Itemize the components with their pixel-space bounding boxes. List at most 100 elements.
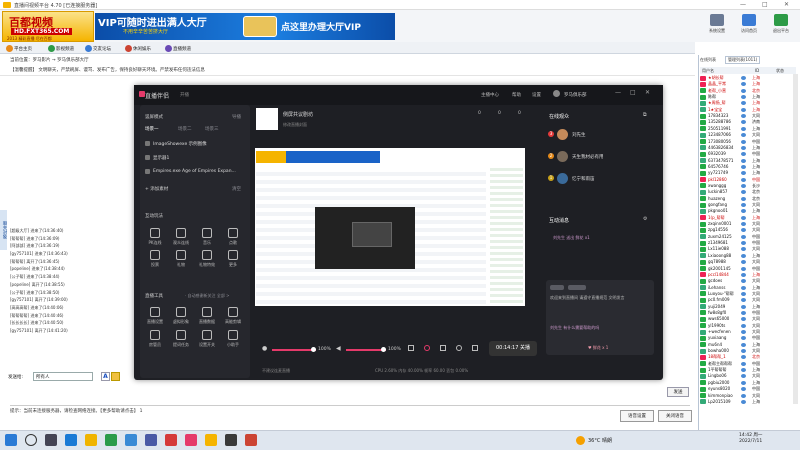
user-row[interactable]: 64576746 上海 [700,164,793,170]
user-row[interactable]: eyuns8020 中国 [700,386,793,392]
user-row[interactable]: z1349681 中国 [700,240,793,246]
tab-forum[interactable]: 交友论坛 [85,44,111,53]
user-row[interactable]: yy721749 上海 [700,170,793,176]
song-request-button[interactable]: 点歌 [222,228,244,246]
voice-settings-button[interactable]: 语音设置 [620,410,654,422]
user-row[interactable]: zxqinn0001 大同 [700,221,793,227]
user-row[interactable]: Lingbo06 大同 [700,373,793,379]
source-item[interactable]: ImageShowexe 示例图像 [145,138,245,149]
user-row[interactable]: zuxm24125 中国 [700,234,793,240]
user-row[interactable]: bowha000 大同 [700,348,793,354]
speaker-slider-knob[interactable] [381,347,386,352]
mic-slider[interactable] [272,349,316,351]
font-format-icon[interactable]: A [101,372,110,381]
director-toggle[interactable]: 导播 [232,114,241,120]
user-row[interactable]: 1平帮帮帮 上海 [700,367,793,373]
visit-home-button[interactable]: 访问首页 [738,14,760,34]
gift-effect-button[interactable]: 礼物特效 [196,250,218,268]
live-data-button[interactable]: 直播数据 [196,307,218,325]
user-row[interactable]: ★胡长帮 上海 [700,75,793,81]
user-row[interactable]: 1★宝宝 上海 [700,107,793,113]
user-row[interactable]: 135288786 济南 [700,119,793,125]
start-icon[interactable] [5,434,17,446]
user-row[interactable]: pgbiu2000 上海 [700,380,793,386]
user-row[interactable]: pkgnoo01 上海 [700,208,793,214]
user-row[interactable]: yl1990ts 大同 [700,323,793,329]
gift-button[interactable]: 礼物 [170,250,192,268]
avatar[interactable] [553,90,560,97]
microphone-icon[interactable]: ● [262,345,267,352]
site-logo[interactable]: 百都视频 HD.FXT365.COM 2013 精彩直播 尽在百都 [2,11,94,42]
live-app-taskbar-icon[interactable] [185,434,197,446]
app-icon[interactable] [165,434,177,446]
maximize-button[interactable]: □ [762,1,768,8]
switch-button[interactable]: 设置开关 [196,330,218,348]
user-row[interactable]: 123487066 大同 [700,132,793,138]
user-row[interactable]: fw8s8gf0 中国 [700,310,793,316]
audience-item[interactable]: 3 刘先生 [548,128,653,142]
vip-banner[interactable]: VIP可随时进出满人大厅 不用辛辛苦苦挤大厅 点这里办理大厅VIP [95,13,395,40]
tools-note[interactable]: · 自动感谢新关注 全部 > [185,293,229,299]
user-row[interactable]: gq78988 大同 [700,259,793,265]
speaker-slider[interactable] [346,349,386,351]
user-row[interactable]: 6932039 中国 [700,151,793,157]
close-button[interactable]: ✕ [784,1,789,8]
folder-icon[interactable] [85,434,97,446]
source-item[interactable]: 显示器1 [145,152,245,163]
app-icon[interactable] [225,434,237,446]
popout-icon[interactable]: ⧉ [643,112,647,118]
speaker-icon[interactable]: ◀ [336,345,341,352]
user-row[interactable]: xwanggg 长沙 [700,183,793,189]
source-item[interactable]: Empires.exe Age of Empires Expan... [145,166,245,177]
system-settings-button[interactable]: 系统设置 [706,14,728,34]
user-row[interactable]: 晶晶_平常 上海 [700,81,793,87]
user-row[interactable]: gongfang 大同 [700,202,793,208]
close-voice-button[interactable]: 关闭语音 [658,410,692,422]
edge-icon[interactable] [65,434,77,446]
wechat-icon[interactable] [105,434,117,446]
user-row[interactable]: ★周扬_帮 上海 [700,100,793,106]
user-row[interactable]: 陈帮 上海 [700,94,793,100]
scene-tab-2[interactable]: 场景二 [178,126,192,132]
user-row[interactable]: pccl14844 上海 [700,272,793,278]
user-row[interactable]: huazeng 北京 [700,196,793,202]
app-close-button[interactable]: ✕ [645,89,650,96]
room-admin-button[interactable]: 房管员 [144,330,166,348]
tab-leisure[interactable]: 休闲娱乐 [125,44,151,53]
user-row[interactable]: wws65000 大同 [700,316,793,322]
tab-video[interactable]: 影视频道 [48,44,74,53]
add-source-button[interactable]: + 添加素材 [145,186,168,192]
minimize-button[interactable]: — [740,1,746,8]
user-row[interactable]: yuxiaang 中国 [700,335,793,341]
user-row[interactable]: 173080056 中国 [700,139,793,145]
tab-live[interactable]: 直播频道 [165,44,191,53]
user-list-scrollbar[interactable] [793,74,798,404]
host-center-link[interactable]: 主播中心 [481,92,499,98]
user-row[interactable]: Lp2015109 上海 [700,399,793,405]
task-view-icon[interactable] [45,434,57,446]
send-button[interactable]: 发送 [667,387,689,397]
end-live-button[interactable]: 00:14:17 关播 [489,341,537,356]
app-minimize-button[interactable]: — [615,89,621,96]
help-link[interactable]: 帮助 [512,92,521,98]
user-row[interactable]: luckin857 北京 [700,189,793,195]
user-row[interactable]: 17834323 大同 [700,113,793,119]
beauty-icon[interactable] [456,345,462,351]
user-row[interactable]: iLehanss 上海 [700,285,793,291]
settings-link[interactable]: 设置 [532,92,541,98]
music-button[interactable]: 音乐 [196,228,218,246]
live-settings-button[interactable]: 直播设置 [144,307,166,325]
panel-tab-online[interactable]: 在线列表 [700,57,716,63]
viewer-link-button[interactable]: 观众连线 [170,228,192,246]
clip-button[interactable]: 高能剪辑 [222,307,244,325]
mic-slider-knob[interactable] [311,347,316,352]
user-row[interactable]: 1(p_帮帮 上海 [700,215,793,221]
record-icon[interactable] [424,345,430,351]
avatar-button[interactable]: 虚拟形象 [170,307,192,325]
send-to-select[interactable]: 所有人 [33,372,93,381]
tab-home[interactable]: 平台主页 [6,44,32,53]
user-row[interactable]: 4463826834 上海 [700,145,793,151]
user-row[interactable]: yuji2049 上海 [700,304,793,310]
user-row[interactable]: kimmonpiao 大同 [700,393,793,399]
layout-icon[interactable] [472,345,478,351]
